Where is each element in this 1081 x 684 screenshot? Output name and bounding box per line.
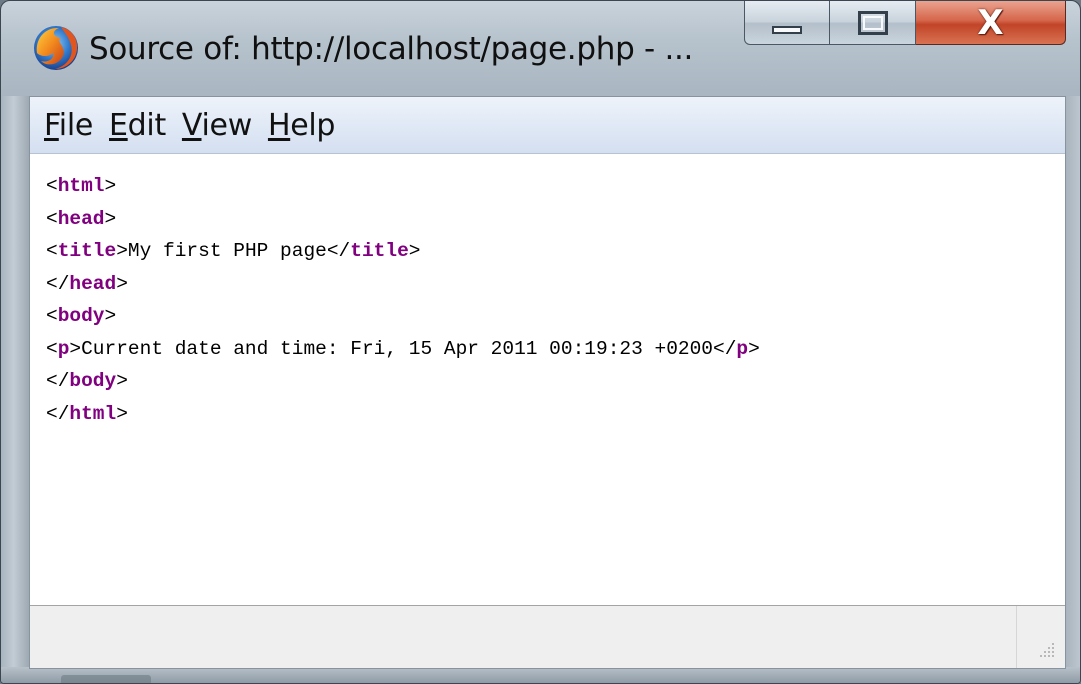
source-code-view[interactable]: <html> <head> <title>My first PHP page</ti…	[30, 154, 1065, 606]
source-line: </body>	[46, 365, 1065, 398]
menu-file-mnemonic: F	[44, 107, 59, 143]
tag-name: html	[57, 175, 105, 197]
window-frame-right	[1064, 96, 1080, 683]
source-text: <	[46, 207, 58, 230]
source-line: <html>	[46, 170, 1065, 203]
menu-view[interactable]: View	[182, 108, 252, 143]
window-frame-left	[1, 96, 29, 683]
firefox-icon[interactable]	[31, 23, 81, 73]
source-line: <body>	[46, 300, 1065, 333]
menu-help-label: elp	[290, 107, 336, 143]
tag-name: body	[57, 305, 105, 327]
source-text: <	[46, 240, 58, 262]
tag-name: p	[57, 337, 70, 360]
source-text: >	[116, 272, 128, 295]
source-text: >	[116, 402, 128, 425]
maximize-icon	[857, 10, 888, 35]
source-text: </	[46, 272, 70, 295]
source-text: >	[116, 370, 128, 392]
status-bar	[30, 605, 1065, 668]
source-line: <head>	[46, 203, 1065, 236]
menu-edit-mnemonic: E	[109, 107, 128, 143]
source-line: <p>Current date and time: Fri, 15 Apr 20…	[46, 333, 1065, 366]
tag-name: title	[350, 240, 409, 262]
source-text: <	[46, 337, 58, 360]
source-line: <title>My first PHP page</title>	[46, 235, 1065, 268]
status-divider	[1016, 606, 1017, 668]
source-text: >	[104, 175, 117, 197]
menu-file-label: ile	[58, 107, 94, 143]
resize-grip-icon[interactable]	[1033, 636, 1057, 660]
minimize-icon	[772, 25, 802, 34]
maximize-button[interactable]	[830, 1, 916, 45]
close-icon: X	[977, 2, 1004, 43]
source-line: </html>	[46, 398, 1065, 431]
tag-name: p	[736, 337, 749, 360]
tag-name: title	[57, 240, 117, 262]
menu-file[interactable]: File	[44, 108, 93, 143]
tag-name: html	[69, 402, 117, 425]
close-button[interactable]: X	[916, 1, 1066, 45]
menu-view-mnemonic: V	[181, 107, 202, 143]
client-area: File Edit View Help <html> <head> <title>M…	[29, 96, 1066, 669]
source-text: >	[104, 305, 117, 327]
source-text: </	[46, 370, 70, 392]
menu-bar: File Edit View Help	[30, 97, 1065, 154]
source-text: >	[748, 337, 760, 360]
taskbar-shadow	[61, 675, 151, 683]
minimize-button[interactable]	[744, 1, 830, 45]
window-title: Source of: http://localhost/page.php - .…	[89, 31, 694, 67]
menu-help[interactable]: Help	[267, 107, 336, 143]
tag-name: body	[69, 370, 117, 392]
source-line: </head>	[46, 268, 1065, 301]
view-source-window: Source of: http://localhost/page.php - .…	[0, 0, 1081, 684]
tag-name: head	[69, 272, 117, 295]
source-text: </	[46, 402, 70, 425]
window-frame-bottom	[1, 667, 1080, 683]
caption-buttons: X	[744, 1, 1066, 45]
title-bar[interactable]: Source of: http://localhost/page.php - .…	[1, 1, 1080, 96]
source-text: <	[46, 305, 58, 327]
menu-help-mnemonic: H	[267, 107, 291, 143]
source-text: >	[104, 207, 117, 230]
menu-edit[interactable]: Edit	[109, 108, 166, 143]
source-text: >	[408, 240, 421, 262]
menu-edit-label: dit	[127, 107, 167, 143]
menu-view-label: iew	[201, 107, 253, 143]
source-text: >My first PHP page</	[116, 240, 351, 262]
source-text: <	[46, 175, 58, 197]
tag-name: head	[57, 207, 105, 230]
source-text: >Current date and time: Fri, 15 Apr 2011…	[69, 337, 737, 360]
